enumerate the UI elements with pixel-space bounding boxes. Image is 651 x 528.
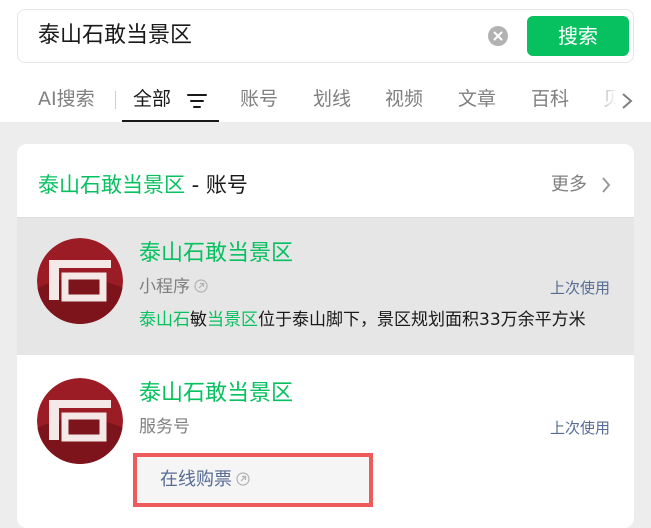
link-icon	[194, 279, 208, 293]
link-icon	[236, 472, 250, 486]
search-header: 泰山石敢当景区 搜索 AI搜索 全部 账号 划线 视频 文章 百科 贝	[0, 0, 651, 122]
tab-all[interactable]: 全部	[133, 86, 171, 112]
chevron-right-icon[interactable]	[601, 176, 611, 194]
search-button[interactable]: 搜索	[527, 16, 629, 56]
tab-videos[interactable]: 视频	[385, 86, 423, 112]
recent-used-label: 上次使用	[550, 419, 611, 437]
account-type: 服务号	[139, 417, 190, 437]
recent-used-label: 上次使用	[550, 279, 611, 297]
tab-bar: AI搜索 全部 账号 划线 视频 文章 百科 贝	[0, 80, 651, 122]
accounts-card: 泰山石敢当景区 - 账号 更多 泰山石敢当景区 小程序 上次使用 泰山石敏当景区…	[17, 144, 634, 528]
service-link-buy-tickets[interactable]: 在线购票	[160, 468, 250, 492]
more-link[interactable]: 更多	[551, 172, 587, 198]
tab-ai-search[interactable]: AI搜索	[38, 86, 95, 112]
clear-icon[interactable]	[488, 26, 508, 46]
active-tab-indicator	[122, 120, 219, 122]
brand-logo-icon	[37, 378, 123, 464]
tab-articles[interactable]: 文章	[458, 86, 496, 112]
account-name[interactable]: 泰山石敢当景区	[139, 239, 293, 269]
account-name[interactable]: 泰山石敢当景区	[139, 379, 293, 409]
filter-icon[interactable]	[187, 93, 207, 109]
search-input[interactable]: 泰山石敢当景区	[38, 21, 192, 51]
tab-accounts[interactable]: 账号	[240, 86, 278, 112]
avatar[interactable]	[37, 378, 123, 464]
tab-wiki[interactable]: 百科	[531, 86, 569, 112]
avatar[interactable]	[37, 238, 123, 324]
brand-logo-icon	[37, 238, 123, 324]
divider	[17, 217, 634, 218]
chevron-right-icon[interactable]	[621, 92, 633, 110]
section-title: 泰山石敢当景区 - 账号	[38, 173, 248, 197]
service-link-box[interactable]: 在线购票	[133, 453, 373, 507]
search-box[interactable]: 泰山石敢当景区 搜索	[17, 9, 634, 63]
account-type: 小程序	[139, 275, 208, 299]
tab-highlights[interactable]: 划线	[313, 86, 351, 112]
account-description: 泰山石敏当景区位于泰山脚下，景区规划面积33万余平方米	[139, 310, 586, 330]
tab-separator	[115, 91, 116, 109]
